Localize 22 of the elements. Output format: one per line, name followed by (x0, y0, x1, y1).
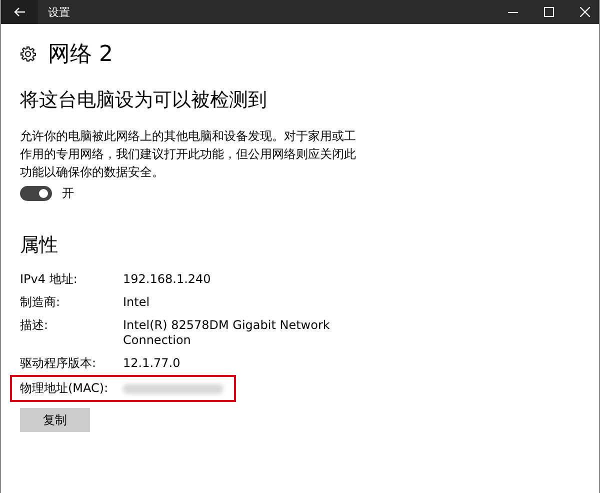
property-label: 驱动程序版本: (20, 356, 98, 371)
property-label: 物理地址(MAC): (20, 381, 110, 396)
property-label: IPv4 地址: (20, 272, 78, 287)
property-value: 12.1.77.0 (123, 356, 182, 371)
maximize-icon (544, 7, 554, 17)
toggle-label: 开 (62, 185, 74, 202)
back-button[interactable] (1, 0, 38, 24)
copy-button[interactable]: 复制 (20, 408, 90, 432)
property-value: Intel(R) 82578DM Gigabit Network Connection (123, 318, 331, 348)
settings-icon (20, 46, 36, 62)
window-title: 设置 (48, 4, 71, 20)
close-icon (580, 7, 590, 17)
property-value: Intel (123, 295, 151, 310)
page-title: 网络 2 (48, 41, 113, 69)
section-heading: 将这台电脑设为可以被检测到 (20, 88, 268, 113)
property-label: 描述: (20, 318, 50, 334)
property-label: 制造商: (20, 295, 62, 310)
description-text: 允许你的电脑被此网络上的其他电脑和设备发现。对于家用或工作用的专用网络，我们建议打开此功能，但公用网络则应关闭此功能以确保你的数据安全。 (20, 128, 357, 181)
property-value: 192.168.1.240 (123, 272, 212, 287)
back-arrow-icon (14, 7, 26, 17)
toggle-switch[interactable] (20, 186, 52, 201)
section-heading: 属性 (20, 233, 59, 258)
